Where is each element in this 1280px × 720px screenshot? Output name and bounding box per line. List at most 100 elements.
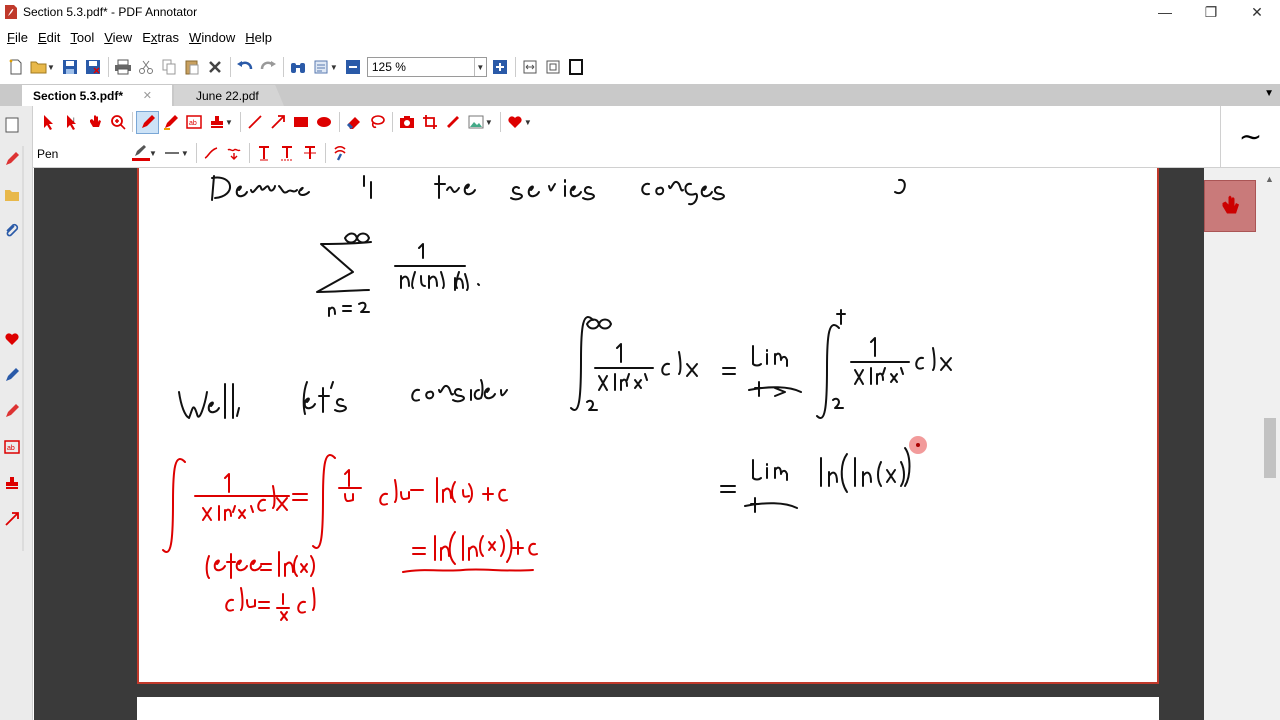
minimize-button[interactable]: — <box>1142 0 1188 24</box>
pen-tool-button[interactable] <box>136 110 159 134</box>
rectangle-tool-button[interactable] <box>290 111 313 134</box>
menu-tool[interactable]: Tool <box>65 30 99 45</box>
sidebar-tool-stamp-button[interactable] <box>1 472 23 494</box>
sidebar-bookmarks-button[interactable] <box>1 184 23 206</box>
folder-icon <box>5 190 19 201</box>
full-screen-button[interactable] <box>565 56 588 79</box>
scroll-up-arrow-icon[interactable]: ▲ <box>1265 174 1274 184</box>
redo-icon <box>261 61 277 70</box>
menu-view[interactable]: View <box>99 30 137 45</box>
ruler-tool-button[interactable] <box>442 111 465 134</box>
sidebar-tool-line-button[interactable] <box>1 508 23 530</box>
menu-window[interactable]: Window <box>184 30 240 45</box>
zoom-level-select[interactable]: 125 % ▼ <box>366 57 487 77</box>
redo-button[interactable] <box>257 56 280 79</box>
sidebar-tool-marker-button[interactable] <box>1 400 23 422</box>
toolbar-separator <box>248 143 250 163</box>
sidebar-favorites-button[interactable] <box>1 328 23 350</box>
page-view-dropdown-arrow-icon[interactable]: ▼ <box>330 63 338 72</box>
vertical-scrollbar[interactable]: ▲ <box>1260 168 1280 720</box>
open-dropdown-arrow-icon[interactable]: ▼ <box>47 63 55 72</box>
fit-width-icon <box>523 60 537 74</box>
eraser-tool-button[interactable] <box>343 111 366 134</box>
zoom-in-button[interactable] <box>489 56 512 79</box>
restore-button[interactable]: ❐ <box>1188 0 1234 24</box>
menu-extras-label: Extras <box>142 29 180 45</box>
sidebar-attachments-button[interactable] <box>1 220 23 242</box>
pdf-annotator-app-icon <box>5 5 17 19</box>
rectangle-icon <box>294 117 309 127</box>
select-tool-button[interactable] <box>37 111 60 134</box>
right-sidebar <box>1204 168 1260 720</box>
plus-icon <box>493 60 508 74</box>
cut-button[interactable] <box>135 56 158 79</box>
image-dropdown-arrow-icon[interactable]: ▼ <box>485 118 493 127</box>
pressure-sensitivity-button[interactable] <box>329 142 352 165</box>
sidebar-annotations-button[interactable] <box>1 148 23 170</box>
menu-help[interactable]: Help <box>240 30 277 45</box>
zoom-tool-button[interactable] <box>106 111 129 134</box>
ellipse-tool-button[interactable] <box>313 111 336 134</box>
arrow-cursor-icon <box>43 115 53 130</box>
marker-tool-button[interactable] <box>159 111 182 134</box>
sidebar-tool-textbox-button[interactable]: ab <box>1 436 23 458</box>
sidebar-tool-pen-button[interactable] <box>1 364 23 386</box>
snapshot-tool-button[interactable] <box>396 111 419 134</box>
save-button[interactable] <box>59 56 82 79</box>
text-box-icon: ab <box>185 115 202 129</box>
text-format-button[interactable] <box>253 142 276 165</box>
print-button[interactable] <box>112 56 135 79</box>
crop-tool-button[interactable] <box>419 111 442 134</box>
new-document-button[interactable] <box>4 56 27 79</box>
window-controls: — ❐ ✕ <box>1142 0 1280 24</box>
wave-down-icon <box>227 148 241 160</box>
line-style-dropdown-arrow-icon[interactable]: ▼ <box>181 149 189 158</box>
lasso-tool-button[interactable] <box>366 111 389 134</box>
close-button[interactable]: ✕ <box>1234 0 1280 24</box>
paste-button[interactable] <box>181 56 204 79</box>
find-button[interactable] <box>287 56 310 79</box>
text-box-tool-button[interactable]: ab <box>182 111 205 134</box>
hand-tool-button[interactable] <box>83 111 106 134</box>
menu-edit[interactable]: Edit <box>33 30 65 45</box>
tab-june-22[interactable]: June 22.pdf <box>174 85 284 106</box>
pen-icon <box>6 152 19 165</box>
tab-list-dropdown-icon[interactable]: ▼ <box>1264 88 1274 99</box>
pdf-next-page[interactable] <box>137 697 1159 720</box>
pen-color-icon <box>131 145 150 161</box>
straighten-stroke-button[interactable] <box>223 142 246 165</box>
fit-width-button[interactable] <box>519 56 542 79</box>
fit-page-button[interactable] <box>542 56 565 79</box>
favorites-dropdown-arrow-icon[interactable]: ▼ <box>524 118 532 127</box>
ruler-icon <box>447 116 460 128</box>
arrow-tool-button[interactable] <box>267 111 290 134</box>
line-tool-button[interactable] <box>244 111 267 134</box>
select-text-tool-button[interactable]: I <box>60 111 83 134</box>
text-strikeout-button[interactable] <box>299 142 322 165</box>
copy-button[interactable] <box>158 56 181 79</box>
fit-page-icon <box>546 60 560 74</box>
ink-red-substitution-work <box>162 454 508 621</box>
pdf-page[interactable] <box>137 168 1159 684</box>
stroke-preview-panel: ∼ <box>1220 106 1280 168</box>
menu-file[interactable]: File <box>2 30 33 45</box>
undo-button[interactable] <box>234 56 257 79</box>
pen-color-dropdown-arrow-icon[interactable]: ▼ <box>149 149 157 158</box>
delete-button[interactable] <box>204 56 227 79</box>
toolbar-separator <box>514 57 516 77</box>
document-view[interactable] <box>34 168 1204 720</box>
tab-close-icon[interactable]: ✕ <box>143 89 152 102</box>
sidebar-pages-button[interactable] <box>1 114 23 136</box>
scrollbar-thumb[interactable] <box>1264 418 1276 478</box>
favorite-tool-laser-button[interactable] <box>1204 180 1256 232</box>
text-t-strike-icon <box>304 146 317 159</box>
chevron-down-icon[interactable]: ▼ <box>473 58 486 76</box>
smooth-stroke-button[interactable] <box>200 142 223 165</box>
text-underline-button[interactable] <box>276 142 299 165</box>
zoom-out-button[interactable] <box>342 56 365 79</box>
tab-section-5-3[interactable]: Section 5.3.pdf* ✕ <box>22 85 172 106</box>
text-box-icon: ab <box>4 440 20 454</box>
save-all-button[interactable] <box>82 56 105 79</box>
menu-extras[interactable]: Extras <box>137 30 184 45</box>
stamp-dropdown-arrow-icon[interactable]: ▼ <box>225 118 233 127</box>
